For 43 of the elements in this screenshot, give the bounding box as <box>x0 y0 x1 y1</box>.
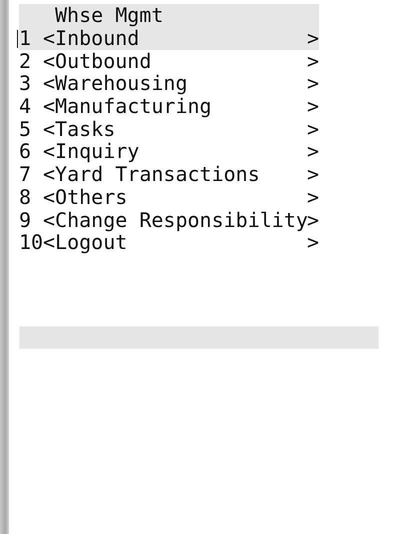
command-input-field[interactable] <box>19 326 379 349</box>
menu-label: <Inquiry <box>43 140 140 164</box>
menu-item[interactable]: 3 <Warehousing > <box>19 72 319 96</box>
menu-item[interactable]: 5 <Tasks > <box>19 118 319 140</box>
menu-item[interactable]: 9 <Change Responsibility> <box>19 208 319 232</box>
submenu-marker: > <box>307 186 319 209</box>
menu-label: <Yard Transactions <box>43 163 261 186</box>
menu-number: 1 <box>19 27 32 50</box>
submenu-marker: > <box>307 27 319 50</box>
submenu-marker: > <box>307 118 319 140</box>
menu-item[interactable]: 1 <Inbound > <box>19 27 319 50</box>
menu-label: <Logout <box>43 231 128 254</box>
menu-item[interactable]: 6 <Inquiry > <box>19 140 319 164</box>
menu-label: <Inbound <box>43 27 140 50</box>
menu-number: 2 <box>19 50 32 72</box>
menu-label: <Outbound <box>43 50 152 72</box>
menu-number: 5 <box>19 118 32 140</box>
menu-label: <Change Responsibility <box>43 208 307 232</box>
menu-number: 10 <box>19 231 43 254</box>
menu-label: <Others <box>43 186 128 209</box>
menu-item[interactable]: 4 <Manufacturing > <box>19 95 319 118</box>
submenu-marker: > <box>307 95 319 118</box>
submenu-marker: > <box>307 72 319 96</box>
menu-number: 4 <box>19 95 32 118</box>
menu-label: <Tasks <box>43 118 116 140</box>
menu-item[interactable]: 8 <Others > <box>19 186 319 208</box>
menu-item[interactable]: 10<Logout > <box>19 231 319 254</box>
menu-item[interactable]: 2 <Outbound > <box>19 50 319 72</box>
text-cursor <box>17 30 18 48</box>
menu-label: <Warehousing <box>43 72 188 96</box>
menu-label: <Manufacturing <box>43 95 213 118</box>
submenu-marker: > <box>307 208 319 232</box>
submenu-marker: > <box>307 140 319 164</box>
menu-item[interactable]: 7 <Yard Transactions > <box>19 163 319 186</box>
submenu-marker: > <box>307 50 319 72</box>
submenu-marker: > <box>307 163 319 186</box>
menu-number: 9 <box>19 208 32 232</box>
submenu-marker: > <box>307 231 319 254</box>
menu-number: 7 <box>19 163 32 186</box>
menu-number: 8 <box>19 186 32 209</box>
screen-title: Whse Mgmt <box>19 4 319 27</box>
menu-number: 3 <box>19 72 32 96</box>
menu-number: 6 <box>19 140 32 164</box>
